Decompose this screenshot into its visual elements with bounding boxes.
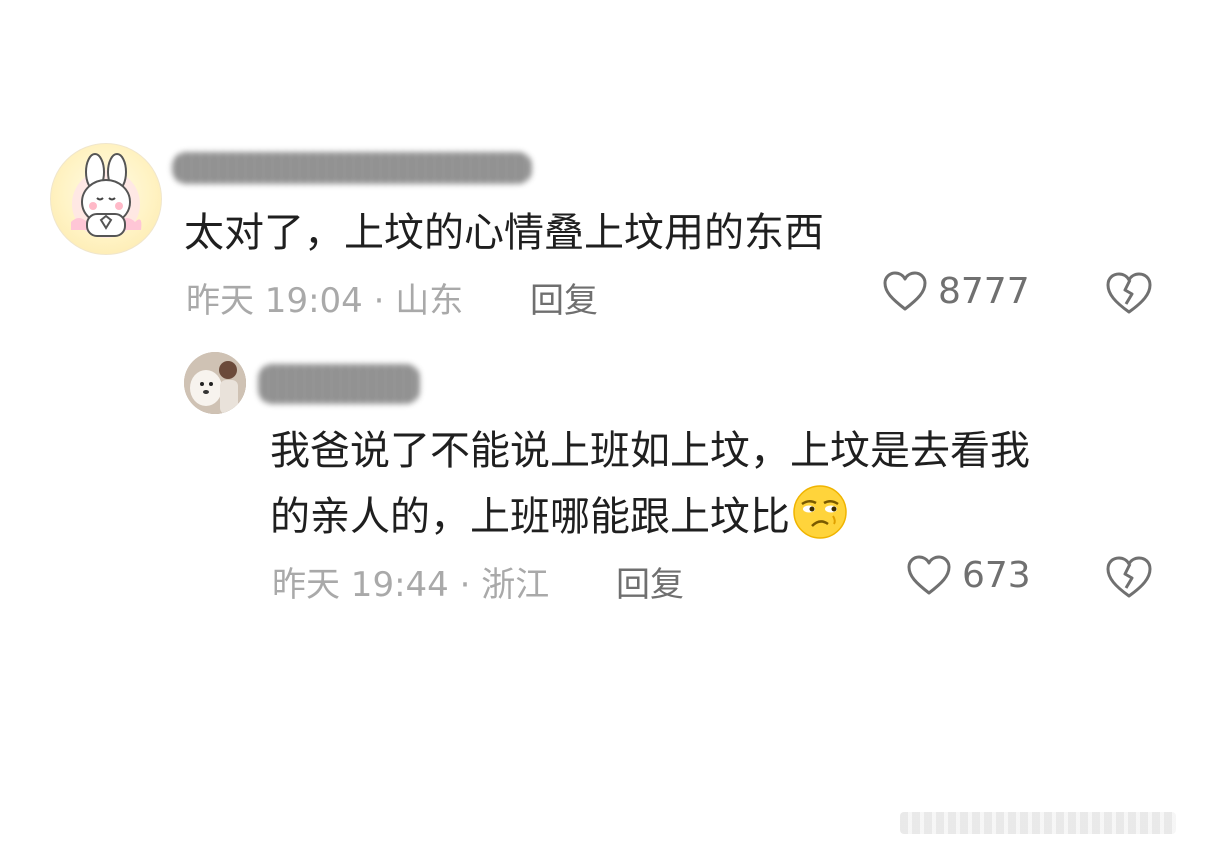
reply-text-line-2: 的亲人的，上班哪能跟上坟比 bbox=[270, 484, 1030, 550]
reply-text: 我爸说了不能说上班如上坟，上坟是去看我 的亲人的，上班哪能跟上坟比 bbox=[270, 418, 1030, 550]
heart-icon bbox=[883, 271, 927, 311]
like-button[interactable]: 8777 bbox=[882, 270, 1030, 312]
reply-text-line-2-content: 的亲人的，上班哪能跟上坟比 bbox=[270, 494, 790, 540]
comment-time-location: 昨天 19:04 · 山东 bbox=[186, 281, 464, 321]
dog-photo-avatar-icon bbox=[184, 352, 246, 414]
reply-like-count: 673 bbox=[962, 554, 1031, 596]
like-count: 8777 bbox=[938, 270, 1030, 312]
broken-heart-icon bbox=[1106, 272, 1152, 314]
reply-button[interactable]: 回复 bbox=[530, 273, 598, 322]
reply-reply-button[interactable]: 回复 bbox=[616, 557, 684, 606]
reply-dislike-button[interactable] bbox=[1104, 554, 1154, 604]
broken-heart-icon bbox=[1106, 556, 1152, 598]
bunny-avatar-icon bbox=[71, 153, 142, 238]
heart-icon bbox=[907, 555, 951, 595]
comment-thread: 太对了，上坟的心情叠上坟用的东西 昨天 19:04 · 山东 回复 8777 我… bbox=[0, 0, 1206, 848]
avatar[interactable] bbox=[50, 143, 162, 255]
watermark bbox=[900, 812, 1176, 834]
reply-text-line-1: 我爸说了不能说上班如上坟，上坟是去看我 bbox=[270, 428, 1030, 474]
reply-time-location: 昨天 19:44 · 浙江 bbox=[272, 565, 550, 605]
comment-text: 太对了，上坟的心情叠上坟用的东西 bbox=[184, 210, 824, 256]
username-redacted bbox=[172, 152, 532, 184]
reply-avatar[interactable] bbox=[184, 352, 246, 414]
reply-username-redacted bbox=[258, 364, 420, 404]
reply-like-button[interactable]: 673 bbox=[906, 554, 1031, 596]
dislike-button[interactable] bbox=[1104, 270, 1154, 320]
doubtful-face-emoji-icon bbox=[793, 485, 847, 539]
